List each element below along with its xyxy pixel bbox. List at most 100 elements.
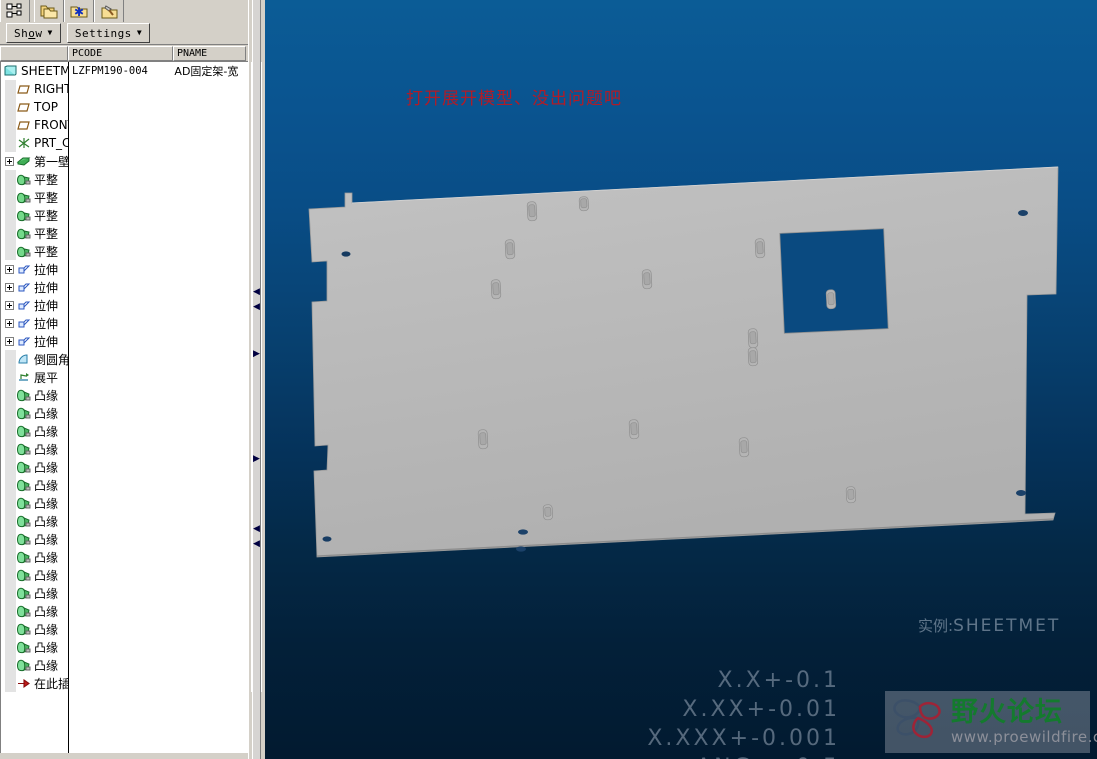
- tree-item[interactable]: 凸缘: [1, 638, 68, 656]
- tree-connector: [5, 638, 16, 656]
- tree-item[interactable]: SHEETMETA: [1, 62, 68, 80]
- splitter-arrow-left-icon[interactable]: ◀: [253, 525, 260, 534]
- tree-column-headers: PCODE PNAME: [0, 46, 248, 61]
- tree-connector: [5, 188, 16, 206]
- expand-plus-icon[interactable]: [5, 318, 14, 328]
- splitter-grip[interactable]: [252, 0, 261, 759]
- tree-item[interactable]: 平整: [1, 188, 68, 206]
- tree-item[interactable]: PRT_C:: [1, 134, 68, 152]
- tree-item[interactable]: 拉伸: [1, 332, 68, 350]
- settings-menu-button[interactable]: Settings ▼: [66, 23, 151, 43]
- tree-connector: [5, 98, 16, 116]
- tree-connector: [5, 584, 16, 602]
- tree-item[interactable]: 凸缘: [1, 584, 68, 602]
- panel-splitter[interactable]: ◀ ◀ ▶ ▶ ◀ ◀: [248, 0, 265, 759]
- splitter-arrow-right-icon[interactable]: ▶: [253, 350, 260, 359]
- tree-item[interactable]: 平整: [1, 224, 68, 242]
- tree-item[interactable]: 在此插: [1, 674, 68, 692]
- tree-structure-icon[interactable]: [0, 0, 30, 22]
- splitter-arrow-right-icon[interactable]: ▶: [253, 455, 260, 464]
- tree-item[interactable]: 凸缘: [1, 422, 68, 440]
- tree-item[interactable]: 展平: [1, 368, 68, 386]
- tree-item[interactable]: 拉伸: [1, 296, 68, 314]
- expand-plus-icon[interactable]: [5, 156, 14, 166]
- cell-pname: AD固定架-宽: [174, 64, 239, 78]
- tree-item-label: 拉伸: [34, 334, 59, 349]
- tree-item[interactable]: 拉伸: [1, 260, 68, 278]
- tree-item[interactable]: 凸缘: [1, 566, 68, 584]
- flange-icon: [16, 550, 31, 564]
- flange-icon: [16, 532, 31, 546]
- folder-tools-icon[interactable]: [94, 0, 124, 22]
- tree-connector: [5, 440, 16, 458]
- tree-item[interactable]: 凸缘: [1, 656, 68, 674]
- chevron-down-icon: ▼: [47, 28, 53, 37]
- tree-item[interactable]: 凸缘: [1, 386, 68, 404]
- tree-item[interactable]: 平整: [1, 170, 68, 188]
- flange-icon: [16, 424, 31, 438]
- tree-item[interactable]: TOP: [1, 98, 68, 116]
- expand-plus-icon[interactable]: [5, 264, 14, 274]
- round-icon: [16, 352, 31, 366]
- folders-icon[interactable]: [34, 0, 64, 22]
- tree-item[interactable]: 凸缘: [1, 548, 68, 566]
- flange-icon: [16, 496, 31, 510]
- expand-plus-icon[interactable]: [5, 336, 14, 346]
- tree-item[interactable]: 凸缘: [1, 494, 68, 512]
- tree-item-label: 拉伸: [34, 316, 59, 331]
- cell-pcode: LZFPM190-004: [72, 64, 148, 77]
- column-header-pcode[interactable]: PCODE: [68, 46, 173, 61]
- parameter-grid-column[interactable]: LZFPM190-004 AD固定架-宽: [68, 62, 248, 753]
- datum-plane-icon: [16, 118, 31, 132]
- instance-label: 实例:SHEETMET: [918, 615, 1060, 636]
- tree-item[interactable]: 第一壁: [1, 152, 68, 170]
- column-header-blank[interactable]: [0, 46, 68, 61]
- tree-items-column[interactable]: SHEETMETARIGHTTOPFRONTPRT_C:第一壁平整平整 平整 平…: [1, 62, 68, 753]
- tree-item[interactable]: 平整: [1, 242, 68, 260]
- tree-item[interactable]: 凸缘: [1, 602, 68, 620]
- splitter-arrow-left-icon[interactable]: ◀: [253, 288, 260, 297]
- tree-connector: [5, 386, 16, 404]
- tree-item[interactable]: RIGHT: [1, 80, 68, 98]
- tree-connector: [5, 404, 16, 422]
- tree-item[interactable]: 凸缘: [1, 620, 68, 638]
- folder-new-icon[interactable]: ✱: [64, 0, 94, 22]
- tree-item[interactable]: 平整: [1, 206, 68, 224]
- tree-item[interactable]: 倒圆角: [1, 350, 68, 368]
- tolerance-line: X.XX+-0.01: [682, 697, 840, 722]
- sheetmetal-part-3d[interactable]: [265, 0, 1097, 759]
- flange-icon: [16, 586, 31, 600]
- show-menu-button[interactable]: Show ▼: [6, 23, 61, 43]
- tree-item[interactable]: 凸缘: [1, 476, 68, 494]
- expand-plus-icon[interactable]: [5, 282, 14, 292]
- splitter-arrow-left-icon[interactable]: ◀: [253, 540, 260, 549]
- tree-item[interactable]: 拉伸: [1, 278, 68, 296]
- tree-item-label: 倒圆角: [34, 352, 68, 367]
- tolerance-block: X.X+-0.1 X.XX+-0.01 X.XXX+-0.001 ANG +-0…: [620, 666, 840, 759]
- tree-item[interactable]: 凸缘: [1, 404, 68, 422]
- instance-prefix: 实例:: [918, 617, 954, 635]
- graphics-viewport[interactable]: 打开展开模型、没出问题吧 实例:SHEETMET X.X+-0.1 X.XX+-…: [265, 0, 1097, 759]
- column-header-pname[interactable]: PNAME: [173, 46, 246, 61]
- table-row[interactable]: LZFPM190-004 AD固定架-宽: [69, 62, 248, 79]
- show-menu-label: Show: [14, 26, 43, 40]
- tree-connector: [5, 116, 16, 134]
- flange-icon: [16, 442, 31, 456]
- tree-item[interactable]: 凸缘: [1, 458, 68, 476]
- tolerance-line: X.X+-0.1: [717, 668, 840, 693]
- datum-plane-icon: [16, 100, 31, 114]
- tree-item[interactable]: 凸缘: [1, 530, 68, 548]
- watermark-title: 野火论坛: [951, 697, 1063, 728]
- tree-item[interactable]: 凸缘: [1, 512, 68, 530]
- tree-item[interactable]: 拉伸: [1, 314, 68, 332]
- expand-plus-icon[interactable]: [5, 300, 14, 310]
- tree-connector: [5, 656, 16, 674]
- extrude-icon: [16, 334, 31, 348]
- coord-sys-icon: [16, 136, 31, 150]
- tree-item[interactable]: FRONT: [1, 116, 68, 134]
- splitter-arrow-left-icon[interactable]: ◀: [253, 303, 260, 312]
- tree-item[interactable]: 凸缘: [1, 440, 68, 458]
- tree-item-label: 凸缘: [34, 532, 59, 547]
- flat-wall-icon: [16, 208, 31, 222]
- tree-connector: [5, 674, 16, 692]
